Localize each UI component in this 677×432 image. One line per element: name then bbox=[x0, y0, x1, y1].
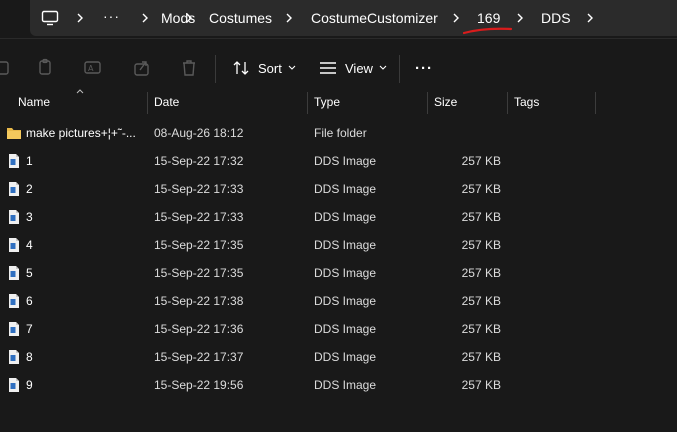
file-size: 257 KB bbox=[461, 210, 501, 224]
view-button[interactable]: View bbox=[319, 56, 387, 80]
file-name: make pictures+¦+˜-... bbox=[26, 126, 136, 140]
list-item[interactable]: make pictures+¦+˜-... 08-Aug-26 18:12 Fi… bbox=[0, 119, 677, 147]
red-underline-annotation bbox=[463, 27, 513, 35]
list-item[interactable]: 8 15-Sep-22 17:37 DDS Image 257 KB bbox=[0, 343, 677, 371]
file-size: 257 KB bbox=[461, 294, 501, 308]
column-header-date[interactable]: Date bbox=[148, 90, 307, 116]
file-type: DDS Image bbox=[314, 154, 377, 168]
dds-image-file-icon bbox=[9, 378, 19, 392]
chevron-right-icon[interactable] bbox=[75, 0, 85, 36]
file-name: 7 bbox=[26, 322, 33, 336]
list-item[interactable]: 6 15-Sep-22 17:38 DDS Image 257 KB bbox=[0, 287, 677, 315]
file-type: DDS Image bbox=[314, 266, 377, 280]
breadcrumb-dds[interactable]: DDS bbox=[541, 0, 571, 36]
file-list: make pictures+¦+˜-... 08-Aug-26 18:12 Fi… bbox=[0, 119, 677, 399]
file-date: 15-Sep-22 17:35 bbox=[154, 238, 244, 252]
breadcrumb-costumes[interactable]: Costumes bbox=[209, 0, 272, 36]
svg-text:A: A bbox=[88, 64, 94, 73]
chevron-down-icon bbox=[288, 65, 296, 70]
file-date: 15-Sep-22 17:36 bbox=[154, 322, 244, 336]
sort-button[interactable]: Sort bbox=[232, 56, 296, 80]
chevron-down-icon bbox=[379, 65, 387, 70]
more-options-button[interactable]: ··· bbox=[415, 56, 433, 80]
chevron-right-icon[interactable] bbox=[515, 0, 525, 36]
file-type: DDS Image bbox=[314, 182, 377, 196]
rename-icon[interactable]: A bbox=[82, 57, 104, 79]
file-size: 257 KB bbox=[461, 266, 501, 280]
file-name: 6 bbox=[26, 294, 33, 308]
command-bar: A Sort View ··· bbox=[0, 38, 677, 96]
this-pc-icon[interactable] bbox=[41, 10, 59, 26]
file-type: DDS Image bbox=[314, 350, 377, 364]
column-header-row: Name Date Type Size Tags bbox=[0, 90, 677, 116]
view-icon bbox=[320, 62, 336, 74]
chevron-right-icon[interactable] bbox=[140, 0, 150, 36]
file-name: 2 bbox=[26, 182, 33, 196]
file-type: DDS Image bbox=[314, 210, 377, 224]
file-type: DDS Image bbox=[314, 378, 377, 392]
folder-icon bbox=[7, 128, 21, 139]
file-date: 15-Sep-22 17:32 bbox=[154, 154, 244, 168]
sort-icon bbox=[233, 61, 249, 75]
column-divider[interactable] bbox=[595, 92, 596, 114]
list-item[interactable]: 1 15-Sep-22 17:32 DDS Image 257 KB bbox=[0, 147, 677, 175]
file-name: 4 bbox=[26, 238, 33, 252]
toolbar-divider bbox=[399, 55, 400, 83]
file-name: 3 bbox=[26, 210, 33, 224]
breadcrumb-overflow[interactable]: ··· bbox=[103, 0, 120, 36]
file-type: DDS Image bbox=[314, 322, 377, 336]
list-item[interactable]: 2 15-Sep-22 17:33 DDS Image 257 KB bbox=[0, 175, 677, 203]
file-name: 1 bbox=[26, 154, 33, 168]
column-header-type[interactable]: Type bbox=[308, 90, 427, 116]
dds-image-file-icon bbox=[9, 210, 19, 224]
dds-image-file-icon bbox=[9, 266, 19, 280]
list-item[interactable]: 7 15-Sep-22 17:36 DDS Image 257 KB bbox=[0, 315, 677, 343]
file-size: 257 KB bbox=[461, 322, 501, 336]
file-type: DDS Image bbox=[314, 294, 377, 308]
file-date: 15-Sep-22 17:37 bbox=[154, 350, 244, 364]
column-header-tags[interactable]: Tags bbox=[508, 90, 595, 116]
file-size: 257 KB bbox=[461, 378, 501, 392]
file-size: 257 KB bbox=[461, 154, 501, 168]
sort-label: Sort bbox=[258, 60, 282, 76]
cut-icon[interactable] bbox=[0, 57, 14, 79]
file-name: 5 bbox=[26, 266, 33, 280]
list-item[interactable]: 5 15-Sep-22 17:35 DDS Image 257 KB bbox=[0, 259, 677, 287]
dds-image-file-icon bbox=[9, 154, 19, 168]
file-date: 15-Sep-22 17:38 bbox=[154, 294, 244, 308]
chevron-right-icon[interactable] bbox=[284, 0, 294, 36]
view-label: View bbox=[345, 60, 373, 76]
file-type: File folder bbox=[314, 126, 367, 140]
chevron-right-icon[interactable] bbox=[184, 0, 194, 36]
file-size: 257 KB bbox=[461, 238, 501, 252]
file-type: DDS Image bbox=[314, 238, 377, 252]
file-date: 08-Aug-26 18:12 bbox=[154, 126, 244, 140]
column-header-name[interactable]: Name bbox=[12, 90, 147, 116]
list-item[interactable]: 3 15-Sep-22 17:33 DDS Image 257 KB bbox=[0, 203, 677, 231]
file-date: 15-Sep-22 17:33 bbox=[154, 182, 244, 196]
toolbar-divider bbox=[215, 55, 216, 83]
file-name: 9 bbox=[26, 378, 33, 392]
column-header-size[interactable]: Size bbox=[428, 90, 507, 116]
list-item[interactable]: 4 15-Sep-22 17:35 DDS Image 257 KB bbox=[0, 231, 677, 259]
dds-image-file-icon bbox=[9, 238, 19, 252]
copy-icon[interactable] bbox=[35, 57, 57, 79]
file-size: 257 KB bbox=[461, 182, 501, 196]
dds-image-file-icon bbox=[9, 322, 19, 336]
breadcrumb-costumecustomizer[interactable]: CostumeCustomizer bbox=[311, 0, 438, 36]
file-size: 257 KB bbox=[461, 350, 501, 364]
file-date: 15-Sep-22 17:35 bbox=[154, 266, 244, 280]
chevron-right-icon[interactable] bbox=[585, 0, 595, 36]
dds-image-file-icon bbox=[9, 182, 19, 196]
dds-image-file-icon bbox=[9, 294, 19, 308]
share-icon[interactable] bbox=[131, 57, 153, 79]
dds-image-file-icon bbox=[9, 350, 19, 364]
delete-icon[interactable] bbox=[178, 57, 200, 79]
chevron-right-icon[interactable] bbox=[451, 0, 461, 36]
file-date: 15-Sep-22 19:56 bbox=[154, 378, 244, 392]
file-name: 8 bbox=[26, 350, 33, 364]
list-item[interactable]: 9 15-Sep-22 19:56 DDS Image 257 KB bbox=[0, 371, 677, 399]
file-size bbox=[430, 119, 501, 147]
file-date: 15-Sep-22 17:33 bbox=[154, 210, 244, 224]
